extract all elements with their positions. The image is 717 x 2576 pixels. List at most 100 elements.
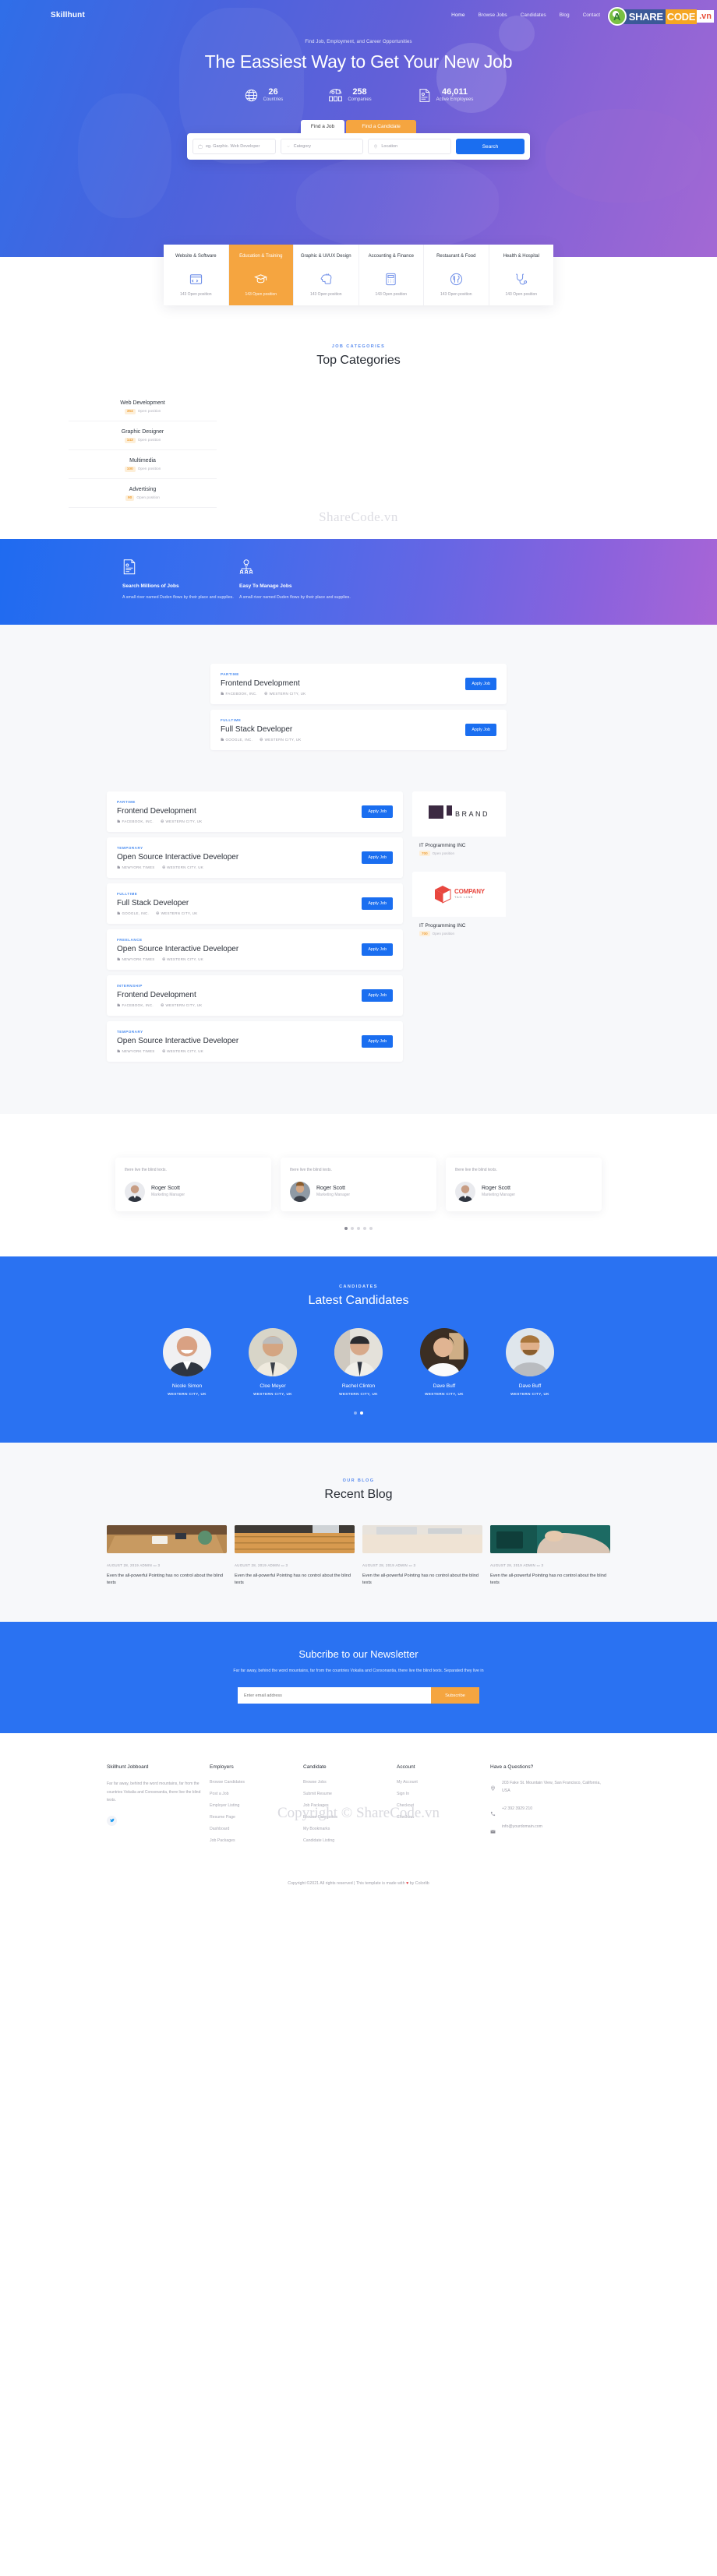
candidates-grid: Nicole Simon WESTERN CITY, UK Cloe Meyer… [0,1327,717,1396]
job-card[interactable]: TEMPORARY Open Source Interactive Develo… [107,837,403,879]
category-card-graphic-uiux[interactable]: Graphic & UI/UX Design 143 Open position [294,245,359,305]
blog-card[interactable]: AUGUST 28, 2019 ADMIN ▭ 3 Even the all-p… [235,1524,355,1588]
blog-comment-count: 3 [157,1563,161,1567]
job-card[interactable]: FULLTIME Full Stack Developer GOOGLE, IN… [107,883,403,925]
job-company: FACEBOOK, INC. [221,692,257,696]
apply-job-button[interactable]: Apply Job [362,897,393,911]
tab-find-a-candidate[interactable]: Find a Candidate [346,120,417,133]
tab-find-a-job[interactable]: Find a Job [300,120,345,133]
nav-item-blog[interactable]: Blog [560,12,570,18]
apply-job-button[interactable]: Apply Job [362,943,393,957]
search-button[interactable]: Search [456,139,525,154]
site-logo[interactable]: Skillhunt [39,11,85,19]
employer-open-count: 700 [419,851,430,857]
blog-card[interactable]: AUGUST 28, 2019 ADMIN ▭ 3 Even the all-p… [107,1524,227,1588]
comment-icon: ▭ [281,1563,284,1567]
category-positions: 143 Open position [179,292,212,297]
brand-squares-icon [428,805,452,823]
job-card[interactable]: PARTIME Frontend Development FACEBOOK, I… [210,664,507,705]
footer-link-candidate-listing[interactable]: Candidate Listing [303,1838,397,1843]
blog-card[interactable]: AUGUST 28, 2019 ADMIN ▭ 3 Even the all-p… [490,1524,610,1588]
category-card-education-training[interactable]: Education & Training 143 Open position [228,245,294,305]
footer-link-my-bookmarks[interactable]: My Bookmarks [303,1827,397,1831]
footer-link-resume-page[interactable]: Resume Page [210,1815,303,1820]
footer-link-browse-candidates[interactable]: Browse Candidates [210,1780,303,1785]
blog-title[interactable]: Even the all-powerful Pointing has no co… [490,1573,610,1588]
apply-job-button[interactable]: Apply Job [362,805,393,819]
testimonial-person: Roger Scott Marketing Manager [290,1181,427,1202]
carousel-dot[interactable] [344,1226,348,1230]
carousel-dot[interactable] [354,1411,357,1415]
top-category-item-web-development[interactable]: Web Development 354 Open position [69,393,217,421]
nav-item-home[interactable]: Home [451,12,464,18]
avatar [125,1181,145,1202]
carousel-dot[interactable] [363,1226,366,1230]
footer-link-checkout-1[interactable]: Checkout [397,1803,490,1808]
comment-icon: ▭ [153,1563,157,1567]
search-category-select[interactable]: Category [280,139,364,154]
nav-item-candidates[interactable]: Candidates [521,12,546,18]
footer-link-employer-listing[interactable]: Employer Listing [210,1803,303,1808]
testimonial-identity: Roger Scott Marketing Manager [482,1186,515,1197]
carousel-dot[interactable] [357,1226,360,1230]
stat-companies: 258 Companies [328,88,372,103]
apply-job-button[interactable]: Apply Job [465,724,496,737]
search-location-field[interactable]: Location [368,139,452,154]
testimonial-name: Roger Scott [316,1186,345,1192]
footer-link-my-account[interactable]: My Account [397,1780,490,1785]
candidate-card[interactable]: Dave Buff WESTERN CITY, UK [409,1327,479,1396]
footer-link-checkout-2[interactable]: Checkout [397,1815,490,1820]
top-category-item-multimedia[interactable]: Multimedia 100 Open position [69,450,217,479]
candidate-card[interactable]: Nicole Simon WESTERN CITY, UK [152,1327,222,1396]
footer-link-post-a-job[interactable]: Post a Job [210,1792,303,1796]
employer-card-company[interactable]: COMPANY TAG LINE IT Programming INC 700 O… [412,872,506,945]
category-card-health-hospital[interactable]: Health & Hospital 143 Open position [489,245,554,305]
blog-title[interactable]: Even the all-powerful Pointing has no co… [107,1573,227,1588]
category-card-website-software[interactable]: Website & Software 143 Open position [164,245,229,305]
blog-title[interactable]: Even the all-powerful Pointing has no co… [362,1573,482,1588]
job-card-info: FREELANCE Open Source Interactive Develo… [117,938,238,961]
employer-meta: 700 Open position [419,931,499,937]
top-category-item-advertising[interactable]: Advertising 90 Open position [69,479,217,508]
footer-link-dashboard[interactable]: Dashboard [210,1827,303,1831]
apply-job-button[interactable]: Apply Job [362,1035,393,1048]
apply-job-button[interactable]: Apply Job [465,678,496,691]
blog-title[interactable]: Even the all-powerful Pointing has no co… [235,1573,355,1588]
footer-link-browse-categories[interactable]: Browse Categories [303,1815,397,1820]
apply-job-button[interactable]: Apply Job [362,851,393,865]
job-card[interactable]: INTERNSHIP Frontend Development FACEBOOK… [107,975,403,1017]
subscribe-button[interactable]: Subscribe [431,1687,479,1704]
job-card[interactable]: TEMPORARY Open Source Interactive Develo… [107,1021,403,1062]
contact-phone[interactable]: +2 392 3929 210 [502,1806,532,1813]
nav-item-contact[interactable]: Contact [583,12,600,18]
person-photo [290,1181,310,1202]
apply-job-button[interactable]: Apply Job [362,989,393,1003]
footer-link-sign-in[interactable]: Sign In [397,1792,490,1796]
top-category-item-graphic-designer[interactable]: Graphic Designer 143 Open position [69,421,217,450]
featured-jobs-wrap: PARTIME Frontend Development FACEBOOK, I… [107,664,610,751]
footer-link-job-packages[interactable]: Job Packages [210,1838,303,1843]
candidate-card[interactable]: Cloe Meyer WESTERN CITY, UK [238,1327,308,1396]
candidate-card[interactable]: Rachel Clinton WESTERN CITY, UK [323,1327,394,1396]
job-card[interactable]: FULLTIME Full Stack Developer GOOGLE, IN… [210,710,507,751]
carousel-dot[interactable] [351,1226,354,1230]
newsletter-email-input[interactable] [238,1687,431,1704]
job-card[interactable]: FREELANCE Open Source Interactive Develo… [107,929,403,971]
twitter-icon[interactable] [107,1815,117,1826]
footer-link-job-packages-cand[interactable]: Job Packages [303,1803,397,1808]
footer-link-submit-resume[interactable]: Submit Resume [303,1792,397,1796]
footer-link-browse-jobs[interactable]: Browse Jobs [303,1780,397,1785]
search-keyword-field[interactable]: eg. Garphic. Web Developer [192,139,276,154]
search-bar: eg. Garphic. Web Developer Category Loca… [187,133,530,160]
nav-item-browse-jobs[interactable]: Browse Jobs [478,12,507,18]
blog-card[interactable]: AUGUST 28, 2019 ADMIN ▭ 3 Even the all-p… [362,1524,482,1588]
contact-email[interactable]: info@yourdomain.com [502,1824,542,1831]
category-card-accounting-finance[interactable]: Accounting & Finance 143 Open position [359,245,424,305]
job-card[interactable]: PARTIME Frontend Development FACEBOOK, I… [107,791,403,833]
employer-card-brand[interactable]: BRAND IT Programming INC 700 Open positio… [412,791,506,865]
candidate-card[interactable]: Dave Buff WESTERN CITY, UK [495,1327,565,1396]
carousel-dot[interactable] [360,1411,363,1415]
category-card-restaurant-food[interactable]: Restaurant & Food 143 Open position [424,245,489,305]
carousel-dot[interactable] [369,1226,373,1230]
top-category-count: 354 [124,409,136,414]
